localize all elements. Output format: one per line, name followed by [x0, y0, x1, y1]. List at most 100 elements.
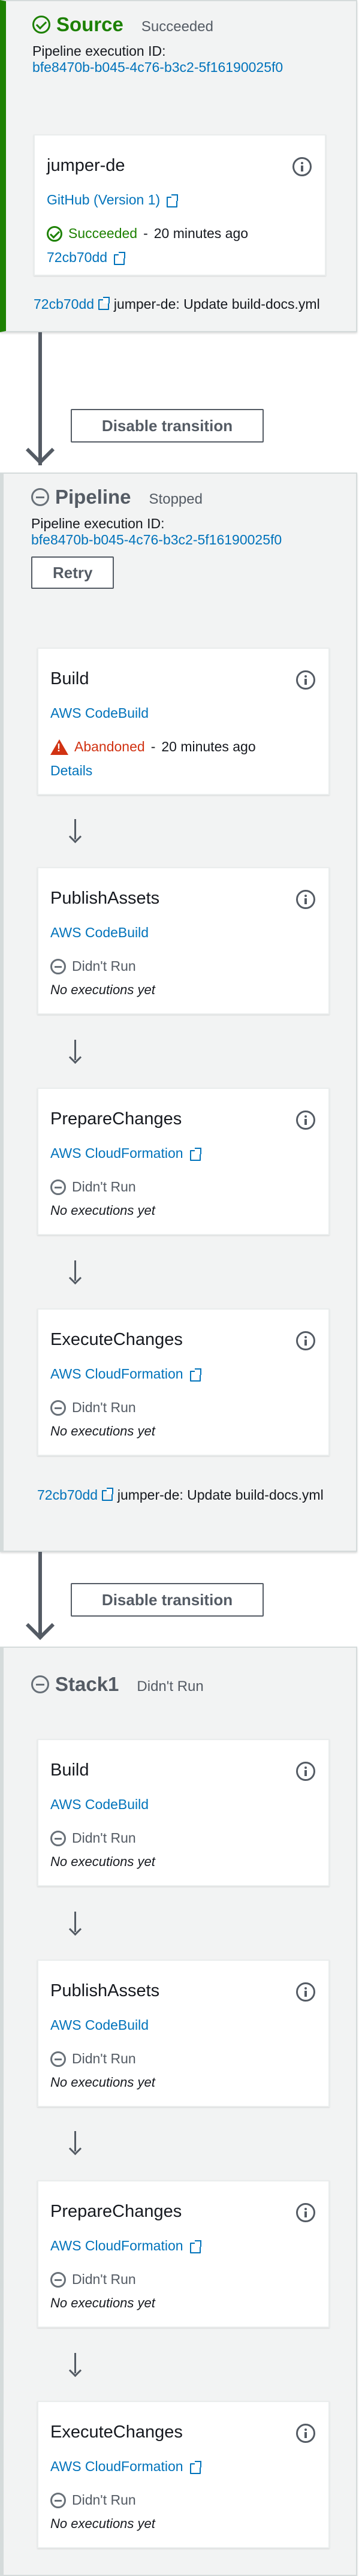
- executions-note: No executions yet: [50, 2075, 155, 2090]
- action-name: Build: [50, 669, 89, 688]
- executions-note: No executions yet: [50, 2295, 155, 2310]
- external-link-icon: [101, 1488, 114, 1501]
- action-name: PrepareChanges: [50, 2202, 182, 2221]
- action-provider-link[interactable]: AWS CloudFormation: [50, 1145, 201, 1161]
- transition-arrow-head: [25, 435, 55, 465]
- disable-transition-button[interactable]: Disable transition: [71, 409, 264, 443]
- stage-source: Source Succeeded Pipeline execution ID: …: [0, 0, 357, 332]
- disable-transition-button[interactable]: Disable transition: [71, 1583, 264, 1617]
- action-provider-link[interactable]: AWS CloudFormation: [50, 1366, 201, 1382]
- retry-button[interactable]: Retry: [31, 556, 114, 589]
- stage-title: Stack1: [55, 1673, 119, 1695]
- action-name: jumper-de: [47, 156, 125, 175]
- stage-status: Didn't Run: [137, 1678, 204, 1695]
- action-card-build: Build AWS CodeBuild Abandoned - 20 minut…: [37, 648, 330, 795]
- action-card-publishassets: PublishAssets AWS CodeBuild Didn't Run N…: [37, 1960, 330, 2107]
- action-provider-link[interactable]: AWS CodeBuild: [50, 925, 149, 941]
- action-provider-link[interactable]: GitHub (Version 1): [47, 192, 179, 208]
- action-card-build: Build AWS CodeBuild Didn't Run No execut…: [37, 1739, 330, 1886]
- info-icon[interactable]: [296, 2424, 315, 2443]
- executions-note: No executions yet: [50, 982, 155, 997]
- action-status: Abandoned - 20 minutes ago: [50, 739, 256, 755]
- action-provider-link[interactable]: AWS CodeBuild: [50, 705, 149, 721]
- action-name: ExecuteChanges: [50, 2422, 183, 2442]
- succeeded-icon: [32, 16, 50, 34]
- commit-hash-link[interactable]: 72cb70dd: [37, 1487, 98, 1503]
- stage-title: Source: [56, 13, 123, 35]
- action-status: Didn't Run: [50, 2492, 136, 2508]
- details-link[interactable]: Details: [50, 763, 92, 779]
- commit-summary: 72cb70dd jumper-de: Update build-docs.ym…: [37, 1483, 325, 1506]
- action-provider-link[interactable]: AWS CodeBuild: [50, 1796, 149, 1813]
- stage-stack1: Stack1 Didn't Run Build AWS CodeBuild Di…: [0, 1647, 357, 2576]
- stage-status: Succeeded: [141, 19, 213, 35]
- action-card-executechanges: ExecuteChanges AWS CloudFormation Didn't…: [37, 2401, 330, 2548]
- revision-link[interactable]: 72cb70dd: [47, 249, 126, 266]
- executions-note: No executions yet: [50, 1854, 155, 1869]
- didnt-run-icon: [50, 2051, 66, 2067]
- info-icon[interactable]: [296, 670, 315, 690]
- executions-note: No executions yet: [50, 1203, 155, 1218]
- external-link-icon: [98, 297, 110, 310]
- info-icon[interactable]: [296, 2203, 315, 2222]
- action-name: PrepareChanges: [50, 1109, 182, 1128]
- didnt-run-icon: [50, 1179, 66, 1195]
- down-arrow-icon: [68, 819, 83, 843]
- executions-note: No executions yet: [50, 2516, 155, 2531]
- external-link-icon: [113, 251, 126, 265]
- down-arrow-icon: [68, 1912, 83, 1936]
- action-card-executechanges: ExecuteChanges AWS CloudFormation Didn't…: [37, 1308, 330, 1456]
- action-card-publishassets: PublishAssets AWS CodeBuild Didn't Run N…: [37, 867, 330, 1015]
- didnt-run-icon: [50, 958, 66, 974]
- down-arrow-icon: [68, 2353, 83, 2377]
- execution-id-label: Pipeline execution ID:: [32, 43, 166, 59]
- info-icon[interactable]: [296, 890, 315, 909]
- action-card-jumper-de: jumper-de GitHub (Version 1) Succeeded -…: [34, 134, 326, 276]
- external-link-icon: [189, 2240, 201, 2253]
- stage-status: Stopped: [149, 491, 203, 507]
- transition-arrow-head: [25, 1611, 55, 1641]
- action-name: ExecuteChanges: [50, 1330, 183, 1349]
- action-name: Build: [50, 1761, 89, 1780]
- execution-id-link[interactable]: bfe8470b-b045-4c76-b3c2-5f16190025f0: [32, 59, 356, 76]
- external-link-icon: [189, 1368, 201, 1382]
- didnt-run-icon: [50, 1400, 66, 1416]
- info-icon[interactable]: [296, 1331, 315, 1350]
- stopped-icon: [31, 488, 49, 506]
- action-status: Didn't Run: [50, 1830, 136, 1846]
- didnt-run-icon: [50, 2492, 66, 2508]
- succeeded-icon: [47, 225, 62, 242]
- warning-icon: [50, 739, 68, 755]
- didnt-run-icon: [50, 2271, 66, 2288]
- action-status: Succeeded - 20 minutes ago: [47, 225, 248, 242]
- action-name: PublishAssets: [50, 889, 160, 908]
- stage-title: Pipeline: [55, 486, 131, 508]
- info-icon[interactable]: [296, 1982, 315, 2002]
- didnt-run-icon: [31, 1675, 49, 1693]
- info-icon[interactable]: [292, 157, 312, 176]
- action-status: Didn't Run: [50, 1400, 136, 1416]
- info-icon[interactable]: [296, 1111, 315, 1130]
- pipeline-view: Source Succeeded Pipeline execution ID: …: [0, 0, 362, 2576]
- down-arrow-icon: [68, 2131, 83, 2155]
- action-card-preparechanges: PrepareChanges AWS CloudFormation Didn't…: [37, 1088, 330, 1235]
- action-provider-link[interactable]: AWS CloudFormation: [50, 2458, 201, 2475]
- action-status: Didn't Run: [50, 2051, 136, 2067]
- action-status: Didn't Run: [50, 1179, 136, 1195]
- action-provider-link[interactable]: AWS CloudFormation: [50, 2238, 201, 2254]
- external-link-icon: [189, 2460, 201, 2474]
- down-arrow-icon: [68, 1040, 83, 1064]
- info-icon[interactable]: [296, 1762, 315, 1781]
- stage-pipeline: Pipeline Stopped Pipeline execution ID: …: [0, 473, 357, 1552]
- down-arrow-icon: [68, 1260, 83, 1284]
- commit-hash-link[interactable]: 72cb70dd: [34, 296, 94, 312]
- commit-summary: 72cb70dd jumper-de: Update build-docs.ym…: [34, 293, 321, 315]
- didnt-run-icon: [50, 1830, 66, 1846]
- executions-note: No executions yet: [50, 1424, 155, 1439]
- execution-id-label: Pipeline execution ID:: [31, 516, 165, 531]
- action-name: PublishAssets: [50, 1981, 160, 2000]
- external-link-icon: [166, 194, 179, 207]
- action-provider-link[interactable]: AWS CodeBuild: [50, 2017, 149, 2033]
- action-status: Didn't Run: [50, 2271, 136, 2288]
- execution-id-link[interactable]: bfe8470b-b045-4c76-b3c2-5f16190025f0: [31, 532, 356, 548]
